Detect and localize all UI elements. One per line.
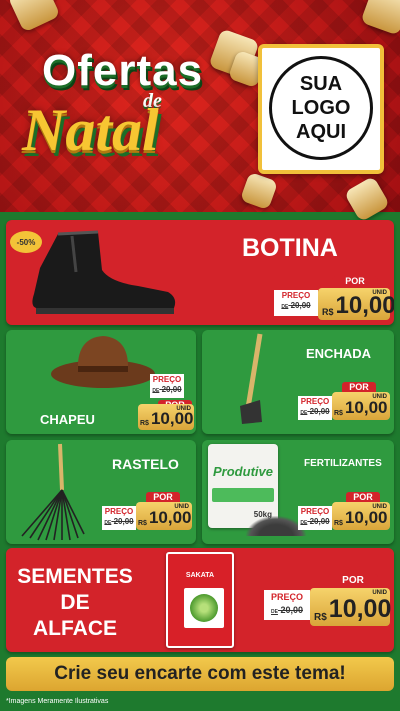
price-tag: R$ 10,00 UNID <box>136 502 192 530</box>
de-label: DE <box>300 410 308 416</box>
old-price-value: 20,00 <box>290 301 311 310</box>
ornament-icon <box>360 0 400 36</box>
por-label: POR <box>328 574 378 588</box>
product-name: SEMENTES DE ALFACE <box>10 564 140 642</box>
ornament-icon <box>343 175 391 223</box>
header-banner: Ofertas de Natal SUA LOGO AQUI <box>0 0 400 223</box>
old-price: DE 20,00 <box>150 385 184 396</box>
price-tag: R$ 10,00 UNID <box>310 588 392 626</box>
product-card-enchada[interactable]: ENCHADA POR PREÇO DE 20,00 R$ 10,00 UNID <box>202 330 394 434</box>
bag-stripe <box>212 488 274 502</box>
product-name: RASTELO <box>112 456 179 472</box>
old-price-tag: PREÇO DE 20,00 <box>102 506 136 530</box>
currency: R$ <box>334 520 343 527</box>
discount-badge: -50% <box>10 231 42 253</box>
por-label: POR <box>346 492 380 502</box>
de-label: DE <box>271 609 278 615</box>
old-price-tag: PREÇO DE 20,00 <box>298 506 332 530</box>
page-title: Ofertas de Natal <box>22 46 238 176</box>
ornament-icon <box>239 171 279 211</box>
price-value: 10,00 <box>328 595 392 623</box>
preco-label: PREÇO <box>300 397 330 406</box>
old-price-value: 20,00 <box>161 385 182 394</box>
seed-pack-brand: SAKATA <box>185 572 215 579</box>
bag-product-label: Produtive <box>213 464 273 479</box>
product-card-botina[interactable]: BOTINA POR PREÇO DE 20,00 R$ 10,00 UNID <box>6 220 394 325</box>
product-card-rastelo[interactable]: RASTELO POR PREÇO DE 20,00 R$ 10,00 UNID <box>6 440 196 544</box>
hat-image <box>51 336 155 388</box>
de-label: DE <box>104 520 112 526</box>
unit-label: UNID <box>372 590 387 596</box>
price-tag: R$ 10,00 UNID <box>332 502 390 530</box>
product-card-fertilizantes[interactable]: Produtive 50kg FERTILIZANTES POR PREÇO D… <box>202 440 394 544</box>
old-price: DE 20,00 <box>102 517 136 528</box>
product-name-line: SEMENTES <box>17 565 133 588</box>
fertilizer-pile-image <box>246 516 306 536</box>
unit-label: UNID <box>372 504 387 510</box>
old-price-value: 20,00 <box>309 517 330 526</box>
product-name-line: DE <box>60 591 90 614</box>
old-price-value: 20,00 <box>280 605 303 615</box>
logo-text-line: AQUI <box>296 121 346 143</box>
de-label: DE <box>152 388 160 394</box>
preco-label: PREÇO <box>104 507 134 516</box>
currency: R$ <box>322 307 334 317</box>
seed-pack-image: SAKATA <box>166 552 234 648</box>
por-label: POR <box>342 382 376 392</box>
old-price-tag: PREÇO DE 20,00 <box>274 290 318 316</box>
old-price-tag: PREÇO DE 20,00 <box>264 590 310 620</box>
preco-label: PREÇO <box>281 291 311 300</box>
title-ofertas: Ofertas <box>42 46 204 95</box>
logo-text-line: SUA <box>299 73 343 95</box>
unit-label: UNID <box>372 290 387 296</box>
old-price-tag: PREÇO DE 20,00 <box>150 374 184 398</box>
old-price: DE 20,00 <box>274 301 318 312</box>
hoe-image <box>240 333 263 424</box>
seed-pack-window <box>184 588 224 628</box>
price-tag: R$ 10,00 UNID <box>318 288 394 320</box>
price-value: 10,00 <box>335 292 394 319</box>
old-price-value: 20,00 <box>309 407 330 416</box>
old-price: DE 20,00 <box>298 517 332 528</box>
product-name: BOTINA <box>242 234 338 262</box>
product-card-chapeu[interactable]: CHAPEU PREÇO DE 20,00 POR R$ 10,00 UNID <box>6 330 196 434</box>
product-name: FERTILIZANTES <box>304 458 382 469</box>
old-price: DE 20,00 <box>298 407 332 418</box>
de-label: DE <box>300 520 308 526</box>
por-label: POR <box>146 492 180 502</box>
old-price-value: 20,00 <box>113 517 134 526</box>
currency: R$ <box>138 520 147 527</box>
title-natal: Natal <box>22 97 159 163</box>
por-label: POR <box>332 276 378 288</box>
product-card-sementes[interactable]: SEMENTES DE ALFACE SAKATA POR PREÇO DE 2… <box>6 548 394 652</box>
footer-note: *Imagens Meramente Ilustrativas <box>6 698 109 705</box>
logo-text-line: LOGO <box>291 97 351 119</box>
old-price-tag: PREÇO DE 20,00 <box>298 396 332 420</box>
unit-label: UNID <box>176 406 191 412</box>
currency: R$ <box>140 420 149 427</box>
old-price: DE 20,00 <box>264 604 310 619</box>
product-name: ENCHADA <box>306 346 371 361</box>
currency: R$ <box>314 612 327 623</box>
de-label: DE <box>281 304 289 310</box>
preco-label: PREÇO <box>300 507 330 516</box>
ornament-icon <box>7 0 61 33</box>
product-name-line: ALFACE <box>33 617 117 640</box>
preco-label: PREÇO <box>270 592 303 602</box>
price-tag: R$ 10,00 UNID <box>138 404 194 430</box>
unit-label: UNID <box>174 504 189 510</box>
unit-label: UNID <box>372 394 387 400</box>
logo-circle: SUA LOGO AQUI <box>269 56 373 160</box>
logo-placeholder[interactable]: SUA LOGO AQUI <box>258 44 384 174</box>
preco-label: PREÇO <box>152 375 182 384</box>
lettuce-icon <box>190 594 218 622</box>
rake-image <box>21 443 85 541</box>
boot-image <box>32 230 176 314</box>
cta-banner[interactable]: Crie seu encarte com este tema! <box>6 657 394 691</box>
currency: R$ <box>334 410 343 417</box>
product-name: CHAPEU <box>40 412 95 427</box>
price-tag: R$ 10,00 UNID <box>332 392 390 420</box>
